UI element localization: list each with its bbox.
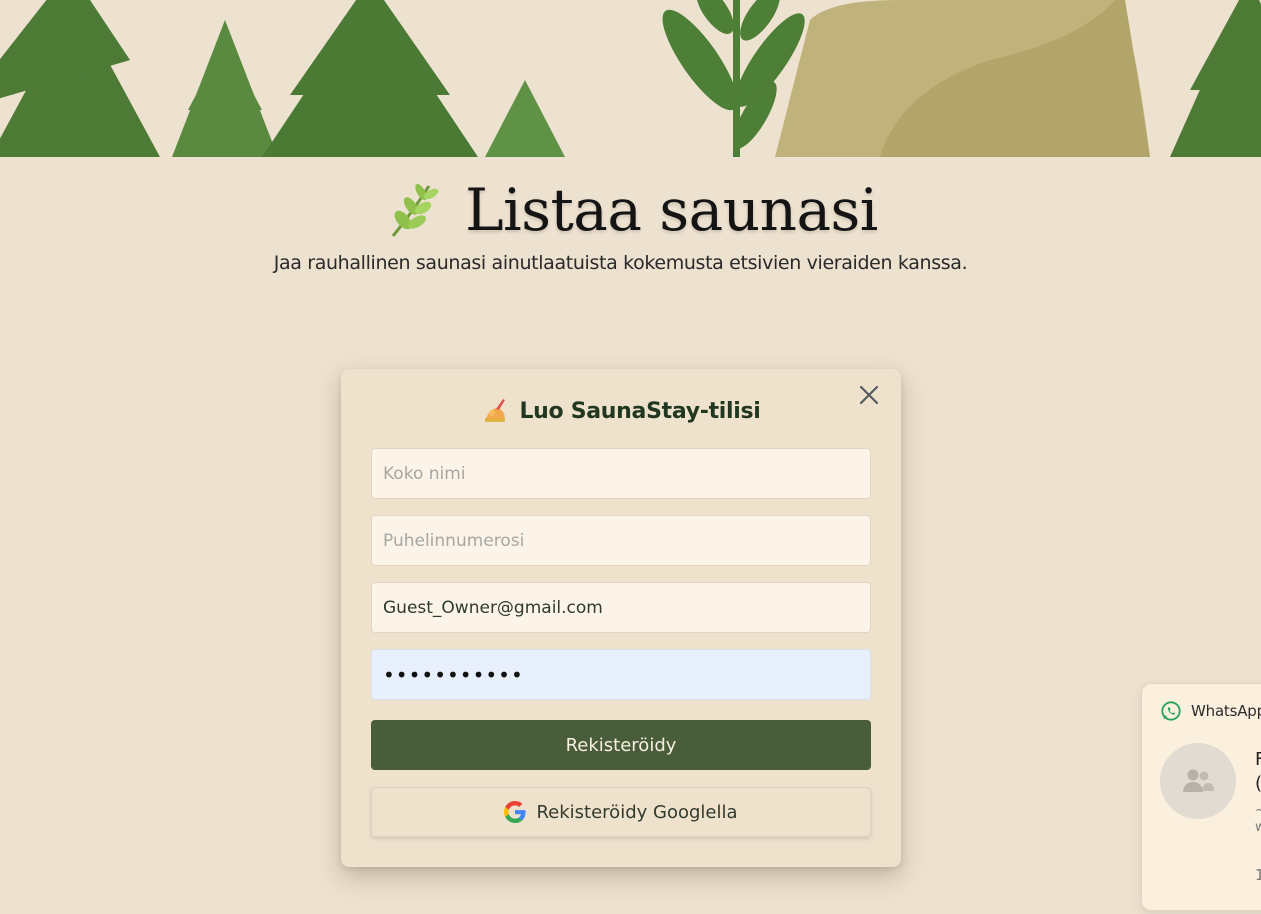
whatsapp-label: WhatsApp: [1191, 702, 1261, 720]
page-subtitle: Jaa rauhallinen saunasi ainutlaatuista k…: [273, 252, 968, 274]
password-field[interactable]: [371, 649, 871, 700]
google-signup-button[interactable]: Rekisteröidy Googlella: [371, 787, 871, 837]
whatsapp-icon: [1161, 701, 1181, 721]
google-signup-label: Rekisteröidy Googlella: [536, 801, 738, 823]
whatsapp-contact-name: F (: [1255, 749, 1261, 794]
register-button[interactable]: Rekisteröidy: [371, 720, 871, 770]
whatsapp-widget[interactable]: WhatsApp F ( ~ w 1: [1141, 683, 1261, 911]
phone-number-field[interactable]: [371, 515, 871, 566]
group-avatar: [1160, 743, 1236, 819]
whatsapp-timestamp: 1: [1255, 866, 1261, 884]
group-avatar-icon: [1183, 769, 1214, 792]
signup-modal: Luo SaunaStay-tilisi Rekisteröidy Rekist…: [341, 369, 901, 867]
modal-title-row: Luo SaunaStay-tilisi: [341, 393, 901, 429]
forest-banner: [0, 0, 1261, 157]
email-field[interactable]: [371, 582, 871, 633]
google-g-icon: [504, 801, 527, 823]
app-root: Listaa saunasi Jaa rauhallinen saunasi a…: [0, 0, 1261, 914]
herb-leaf-icon: [391, 183, 439, 237]
whatsapp-contact-subtitle: ~ w: [1255, 803, 1261, 835]
full-name-field[interactable]: [371, 448, 871, 499]
whatsapp-header: WhatsApp: [1160, 700, 1261, 722]
page-title: Listaa saunasi: [465, 176, 878, 244]
modal-title: Luo SaunaStay-tilisi: [519, 398, 761, 424]
hero-title-row: Listaa saunasi: [0, 170, 1261, 250]
writing-hand-icon: [485, 399, 506, 422]
